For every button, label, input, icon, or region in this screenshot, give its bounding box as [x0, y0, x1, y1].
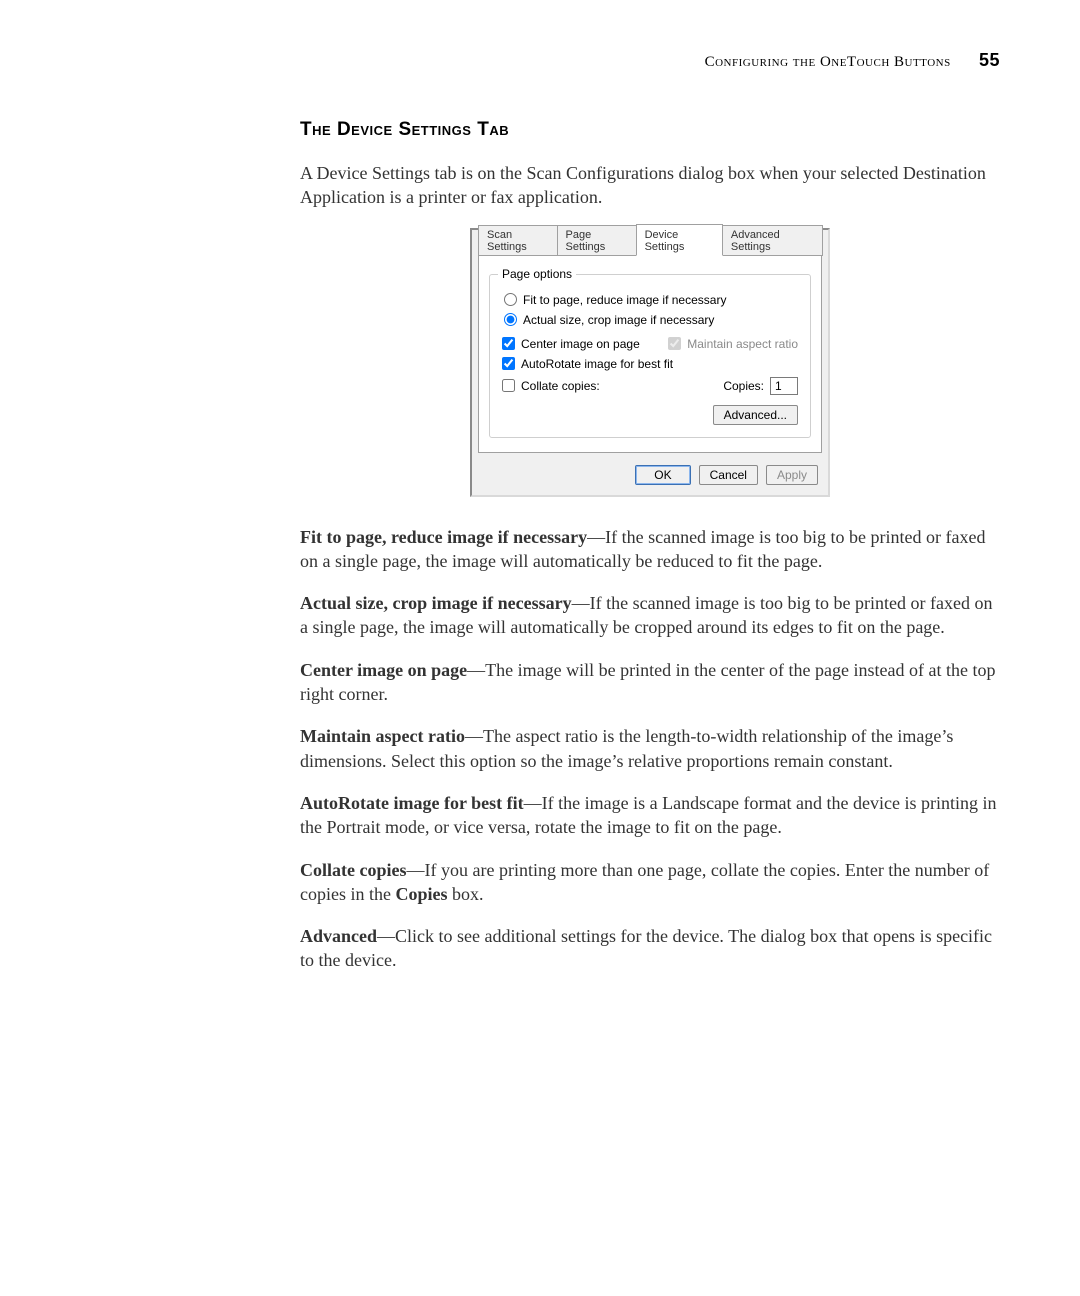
- copies-input[interactable]: [770, 377, 798, 395]
- section-title: The Device Settings Tab: [300, 119, 1000, 141]
- cancel-button[interactable]: Cancel: [699, 465, 758, 485]
- checkbox-autorotate[interactable]: [502, 357, 515, 370]
- desc-fit-title: Fit to page, reduce image if necessary: [300, 527, 587, 547]
- desc-advanced: Advanced—Click to see additional setting…: [300, 924, 1000, 973]
- radio-actual-label: Actual size, crop image if necessary: [523, 313, 714, 327]
- checkbox-collate[interactable]: [502, 379, 515, 392]
- chapter-title: Configuring the OneTouch Buttons: [705, 54, 951, 70]
- intro-paragraph: A Device Settings tab is on the Scan Con…: [300, 161, 1000, 210]
- checkbox-aspect-label: Maintain aspect ratio: [687, 337, 798, 351]
- desc-collate-text-b: box.: [448, 884, 484, 904]
- tab-strip: Scan Settings Page Settings Device Setti…: [472, 234, 828, 256]
- checkbox-center-label: Center image on page: [521, 337, 640, 351]
- copies-label: Copies:: [723, 379, 764, 393]
- device-settings-dialog: Scan Settings Page Settings Device Setti…: [470, 228, 830, 497]
- desc-center: Center image on page—The image will be p…: [300, 658, 1000, 707]
- checkbox-autorotate-label: AutoRotate image for best fit: [521, 357, 673, 371]
- desc-autorotate-title: AutoRotate image for best fit: [300, 793, 524, 813]
- apply-button[interactable]: Apply: [766, 465, 818, 485]
- group-title: Page options: [498, 267, 576, 281]
- desc-actual: Actual size, crop image if necessary—If …: [300, 591, 1000, 640]
- tab-device-settings[interactable]: Device Settings: [636, 224, 723, 256]
- desc-collate-copies: Copies: [395, 884, 447, 904]
- tab-scan-settings[interactable]: Scan Settings: [478, 225, 558, 256]
- tab-advanced-settings[interactable]: Advanced Settings: [722, 225, 823, 256]
- desc-collate: Collate copies—If you are printing more …: [300, 858, 1000, 907]
- ok-button[interactable]: OK: [635, 465, 690, 485]
- desc-center-title: Center image on page: [300, 660, 467, 680]
- desc-fit: Fit to page, reduce image if necessary—I…: [300, 525, 1000, 574]
- radio-fit-to-page[interactable]: [504, 293, 517, 306]
- desc-advanced-title: Advanced: [300, 926, 377, 946]
- checkbox-collate-label: Collate copies:: [521, 379, 600, 393]
- page-number: 55: [979, 50, 1000, 70]
- checkbox-center-image[interactable]: [502, 337, 515, 350]
- desc-advanced-text: —Click to see additional settings for th…: [300, 926, 992, 970]
- desc-collate-title: Collate copies: [300, 860, 406, 880]
- radio-fit-label: Fit to page, reduce image if necessary: [523, 293, 726, 307]
- page-options-group: Page options Fit to page, reduce image i…: [489, 274, 811, 438]
- desc-aspect-title: Maintain aspect ratio: [300, 726, 465, 746]
- advanced-button[interactable]: Advanced...: [713, 405, 798, 425]
- desc-autorotate: AutoRotate image for best fit—If the ima…: [300, 791, 1000, 840]
- desc-aspect: Maintain aspect ratio—The aspect ratio i…: [300, 724, 1000, 773]
- checkbox-maintain-aspect: [668, 337, 681, 350]
- page-header: Configuring the OneTouch Buttons 55: [300, 50, 1000, 71]
- desc-actual-title: Actual size, crop image if necessary: [300, 593, 572, 613]
- radio-actual-size[interactable]: [504, 313, 517, 326]
- tab-page-settings[interactable]: Page Settings: [557, 225, 637, 256]
